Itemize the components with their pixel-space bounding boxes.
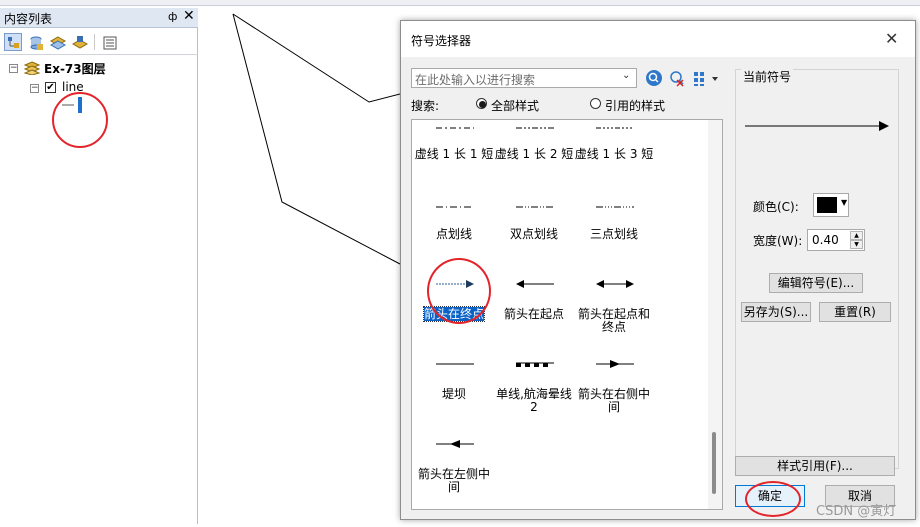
symbol-label[interactable]: 虚线 1 长 2 短 (494, 148, 574, 161)
color-picker-button[interactable]: ▼ (813, 193, 849, 217)
layer-expander-icon[interactable]: − (30, 84, 39, 93)
symbol-label[interactable]: 箭头在左侧中间 (414, 468, 494, 494)
dialog-title: 符号选择器 (411, 34, 472, 48)
symbol-label[interactable]: 箭头在右侧中间 (574, 388, 654, 414)
gallery-scrollbar[interactable] (708, 120, 722, 509)
toc-toolbar (0, 29, 198, 55)
symbol-preview-dike[interactable] (414, 358, 494, 368)
symbol-preview-double-dot-dash[interactable] (494, 200, 574, 208)
watermark-text: CSDN @寅灯 (816, 504, 897, 519)
reset-button[interactable]: 重置(R) (819, 302, 891, 322)
search-placeholder: 在此处输入以进行搜索 (415, 73, 536, 87)
edit-symbol-button[interactable]: 编辑符号(E)... (769, 273, 863, 293)
clear-search-icon[interactable] (668, 69, 686, 87)
search-input[interactable]: 在此处输入以进行搜索 ⌄ (411, 68, 637, 88)
symbol-label[interactable]: 虚线 1 长 1 短 (414, 148, 494, 161)
symbol-preview-triple-dot-dash[interactable] (574, 200, 654, 208)
view-options-icon[interactable] (693, 71, 723, 87)
list-by-visibility-icon[interactable] (48, 33, 67, 51)
top-toolbar-strip (0, 0, 920, 6)
table-of-contents-panel: 内容列表 ф ✕ − Ex-73图层 − ✔ line (0, 8, 198, 524)
symbol-preview-dash-1-3[interactable] (574, 120, 654, 129)
symbol-label[interactable]: 箭头在起点和终点 (574, 308, 654, 334)
width-input[interactable]: 0.40 ▲ ▼ (807, 229, 865, 251)
symbol-label[interactable]: 点划线 (414, 228, 494, 241)
current-symbol-preview (745, 117, 891, 135)
list-by-selection-icon[interactable] (70, 33, 89, 51)
scrollbar-thumb[interactable] (712, 432, 716, 494)
symbol-label[interactable]: 堤坝 (414, 388, 494, 401)
symbol-label[interactable]: 箭头在起点 (494, 308, 574, 321)
symbol-preview-dash-1-1[interactable] (414, 120, 494, 129)
dialog-close-icon[interactable]: ✕ (885, 29, 898, 48)
save-as-button[interactable]: 另存为(S)... (741, 302, 811, 322)
group-expander-icon[interactable]: − (9, 64, 18, 73)
symbol-preview-dash-1-2[interactable] (494, 120, 574, 129)
symbol-selector-dialog: 符号选择器 ✕ 在此处输入以进行搜索 ⌄ 搜索: 全部样式 引用的样式 虚线 1… (400, 20, 916, 520)
dialog-title-bar: 符号选择器 ✕ (401, 21, 915, 57)
search-icon[interactable] (645, 69, 663, 87)
color-dropdown-arrow-icon: ▼ (841, 198, 848, 207)
toc-title-bar: 内容列表 ф ✕ (0, 8, 198, 28)
layer-visibility-checkbox[interactable]: ✔ (45, 82, 56, 93)
symbol-label[interactable]: 三点划线 (574, 228, 654, 241)
symbol-label[interactable]: 双点划线 (494, 228, 574, 241)
symbol-preview-arrow-right-middle[interactable] (574, 358, 654, 368)
symbol-label[interactable]: 单线,航海晕线 2 (494, 388, 574, 414)
pin-icon[interactable]: ф (168, 10, 177, 23)
options-icon[interactable] (100, 33, 118, 51)
radio-referenced-styles-label[interactable]: 引用的样式 (605, 97, 665, 114)
current-symbol-label: 当前符号 (741, 68, 794, 85)
width-increment-button[interactable]: ▲ (850, 231, 863, 240)
style-references-button[interactable]: 样式引用(F)... (735, 456, 895, 476)
layers-icon (23, 61, 41, 76)
map-canvas[interactable] (204, 8, 401, 524)
chevron-down-icon[interactable]: ⌄ (622, 70, 630, 81)
width-decrement-button[interactable]: ▼ (850, 240, 863, 249)
annotation-red-circle (745, 481, 801, 517)
toolbar-separator (94, 34, 95, 50)
symbol-label[interactable]: 虚线 1 长 3 短 (574, 148, 654, 161)
radio-all-styles-label[interactable]: 全部样式 (491, 97, 539, 114)
list-by-source-icon[interactable] (26, 33, 44, 51)
symbol-preview-dot-dash[interactable] (414, 200, 494, 208)
symbol-preview-nautical-hatch[interactable] (494, 358, 574, 368)
annotation-red-circle (52, 92, 108, 148)
color-label: 颜色(C): (753, 200, 799, 214)
toc-title: 内容列表 (4, 12, 53, 26)
annotation-red-circle (427, 258, 491, 324)
radio-referenced-styles[interactable] (590, 98, 601, 109)
color-swatch (817, 197, 837, 213)
symbol-preview-arrow-left-middle[interactable] (414, 438, 494, 448)
symbol-preview-arrow-both[interactable] (574, 278, 654, 288)
symbol-preview-arrow-start[interactable] (494, 278, 574, 288)
toc-close-icon[interactable]: ✕ (183, 8, 195, 24)
list-by-drawing-order-icon[interactable] (4, 33, 22, 51)
layer-group-name[interactable]: Ex-73图层 (44, 60, 106, 77)
width-value: 0.40 (812, 233, 839, 247)
search-scope-label: 搜索: (411, 99, 440, 113)
width-label: 宽度(W): (753, 234, 803, 248)
radio-all-styles[interactable] (476, 98, 487, 109)
